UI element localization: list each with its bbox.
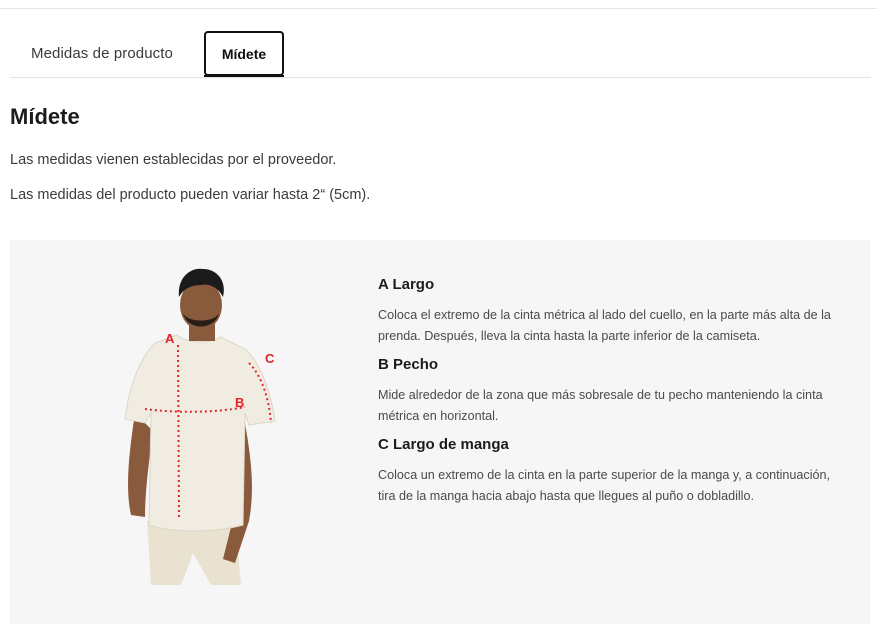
measurement-heading: C Largo de manga bbox=[378, 436, 509, 453]
measurement-sleeve: C Largo de manga Coloca un extremo de la… bbox=[378, 436, 848, 507]
marker-a: A bbox=[165, 331, 175, 346]
tshirt-model-illustration: A B C bbox=[124, 268, 276, 585]
section-title: Mídete bbox=[10, 104, 80, 129]
supplier-note: Las medidas vienen establecidas por el p… bbox=[10, 152, 337, 168]
tab-bar-divider bbox=[10, 77, 871, 78]
measurement-list: A Largo Coloca el extremo de la cinta mé… bbox=[378, 276, 848, 516]
marker-b: B bbox=[235, 395, 244, 410]
variance-note: Las medidas del producto pueden variar h… bbox=[10, 187, 371, 203]
measurement-heading: A Largo bbox=[378, 276, 435, 293]
marker-c: C bbox=[265, 351, 275, 366]
measurement-chest: B Pecho Mide alrededor de la zona que má… bbox=[378, 356, 848, 427]
measurement-description: Mide alrededor de la zona que más sobres… bbox=[378, 388, 823, 423]
measurement-description: Coloca el extremo de la cinta métrica al… bbox=[378, 308, 831, 343]
measure-guide-panel: A B C A Largo Coloca el extremo de la ci… bbox=[10, 240, 870, 624]
measurement-length: A Largo Coloca el extremo de la cinta mé… bbox=[378, 276, 848, 347]
tab-product-measurements[interactable]: Medidas de producto bbox=[10, 30, 194, 76]
tab-measure-yourself[interactable]: Mídete bbox=[204, 31, 284, 76]
measurement-description: Coloca un extremo de la cinta en la part… bbox=[378, 468, 831, 503]
measurement-heading: B Pecho bbox=[378, 356, 439, 373]
top-divider bbox=[0, 8, 877, 9]
model-measurement-image: A B C bbox=[115, 263, 295, 585]
tab-bar: Medidas de producto Mídete bbox=[10, 30, 871, 78]
